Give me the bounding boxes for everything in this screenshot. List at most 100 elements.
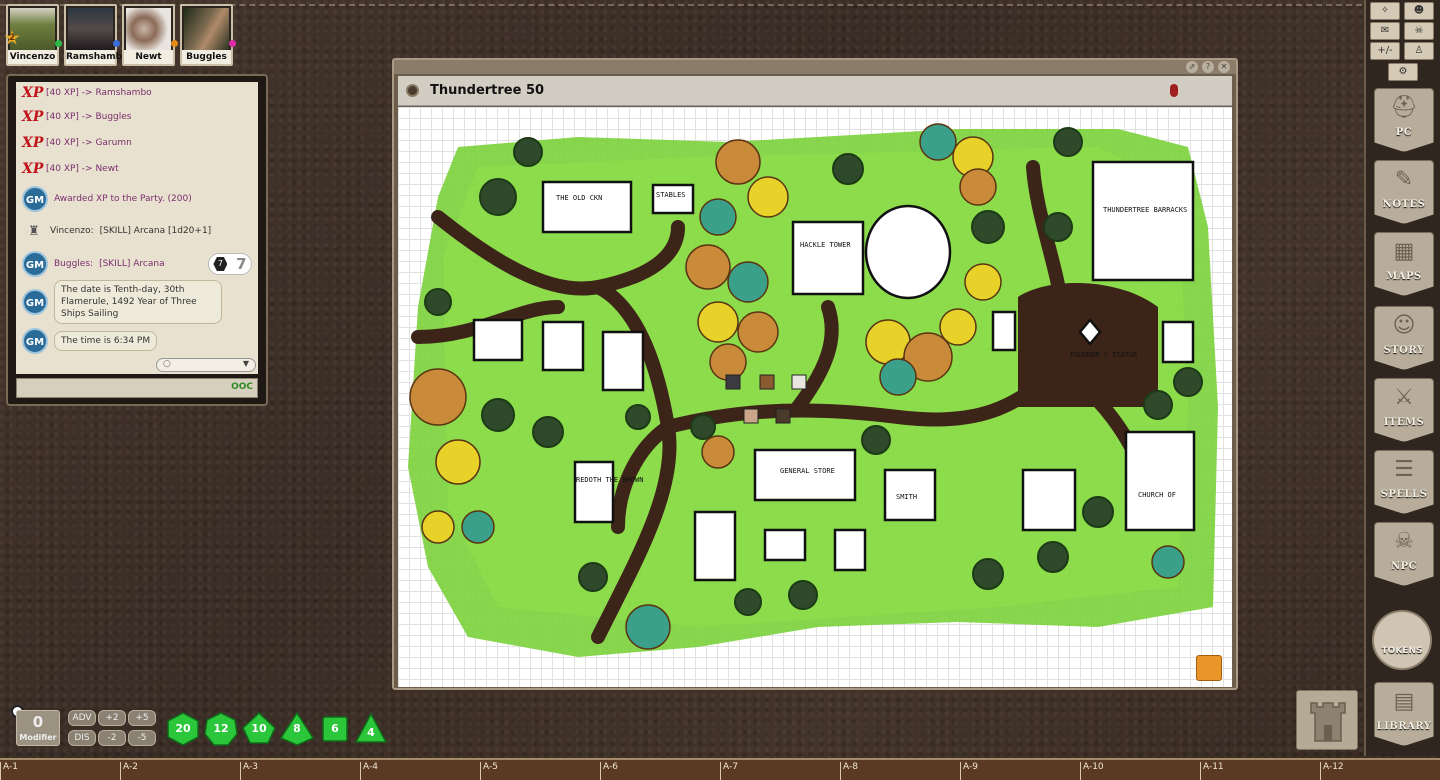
map-label-church: CHURCH OF — [1138, 491, 1176, 499]
chat-text: [40 XP] -> Ramshambo — [46, 88, 152, 98]
map-icon: ▦ — [1393, 239, 1415, 264]
portrait-name: Buggles — [182, 50, 231, 64]
minus5-button[interactable]: -5 — [128, 730, 156, 746]
chat-entry: XP [40 XP] -> Newt — [16, 156, 258, 182]
chat-speaker: Vincenzo: — [50, 226, 94, 236]
ooc-toggle[interactable]: OOC — [231, 382, 253, 392]
map-title: Thundertree 50 — [430, 83, 545, 98]
ruler-label: A-2 — [120, 762, 138, 780]
person-icon[interactable]: ♙ — [1404, 42, 1434, 60]
die-label: 20 — [175, 722, 191, 735]
die-label: 12 — [213, 722, 229, 735]
chat-text: Awarded XP to the Party. (200) — [54, 194, 192, 204]
modifier-value: 0 — [32, 713, 44, 731]
tokens-button[interactable]: TOKENS — [1372, 610, 1432, 670]
sidebar-tab-npc[interactable]: ☠ NPC — [1374, 522, 1434, 586]
map-label-brown: REDOTH THE BROWN — [576, 476, 643, 484]
portrait-name: Ramshambo — [66, 50, 129, 64]
skull-icon: ☠ — [1394, 529, 1414, 554]
ruler-label: A-10 — [1080, 762, 1104, 780]
die-result[interactable]: 7 7 — [208, 253, 252, 275]
map-title-bar[interactable]: Thundertree 50 — [398, 76, 1232, 106]
chat-bubble: The time is 6:34 PM — [54, 331, 158, 351]
sidebar-tab-story[interactable]: ☺ STORY — [1374, 306, 1434, 370]
die-label: 4 — [367, 726, 375, 739]
map-label-tower: HACKLE TOWER — [800, 241, 851, 249]
character-avatar — [126, 8, 171, 50]
party-icon[interactable]: ☻ — [1404, 2, 1434, 20]
quill-icon: ✎ — [1394, 167, 1414, 192]
portrait-ramshambo[interactable]: Ramshambo — [64, 4, 129, 66]
plus2-button[interactable]: +2 — [98, 710, 126, 726]
sidebar-tab-spells[interactable]: ☰ SPELLS — [1374, 450, 1434, 514]
ruler-label: A-8 — [840, 762, 858, 780]
map-label-statue: FOUNDER'S STATUE — [1070, 351, 1137, 359]
plus5-button[interactable]: +5 — [128, 710, 156, 726]
map-label-stables: STABLES — [656, 191, 686, 199]
sidebar-tab-notes[interactable]: ✎ NOTES — [1374, 160, 1434, 224]
modifier-box[interactable]: 0 Modifier — [16, 710, 60, 746]
roll-total: 7 — [236, 255, 247, 273]
xp-icon: XP — [22, 135, 44, 151]
chat-entry: XP [40 XP] -> Ramshambo — [16, 82, 258, 104]
party-portraits: 2 Vincenzo Ramshambo Newt Buggles — [4, 4, 236, 66]
help-icon[interactable]: ? — [1202, 61, 1214, 73]
link-icon[interactable] — [406, 84, 419, 97]
scroll-icon[interactable]: ✉ — [1370, 22, 1400, 40]
monster-icon[interactable]: ☠ — [1404, 22, 1434, 40]
tower-icon: ♜ — [28, 223, 40, 239]
share-icon[interactable]: ⇗ — [1186, 61, 1198, 73]
gm-icon: GM — [22, 328, 48, 354]
dice-tower-button[interactable] — [1296, 690, 1358, 750]
speech-bubble-icon: ○ — [163, 359, 171, 369]
sidebar-tab-pc[interactable]: ⛑ PC — [1374, 88, 1434, 152]
ruler-label: A-7 — [720, 762, 738, 780]
gm-icon: GM — [22, 289, 48, 315]
portrait-newt[interactable]: Newt — [122, 4, 178, 66]
tower-icon — [1310, 702, 1346, 742]
map-image[interactable]: THE OLD CKN STABLES HACKLE TOWER THUNDER… — [398, 107, 1232, 687]
d6-die[interactable]: 6 — [318, 712, 352, 746]
map-options-button[interactable] — [1196, 655, 1222, 681]
chat-mode-select[interactable]: ○ ▼ — [156, 358, 256, 372]
modifier-label: Modifier — [19, 733, 57, 742]
portrait-name: Newt — [124, 50, 173, 64]
chat-entry: ♜ Vincenzo: [SKILL] Arcana [1d20+1] — [16, 216, 258, 246]
portrait-buggles[interactable]: Buggles — [180, 4, 236, 66]
chat-text: [SKILL] Arcana — [99, 259, 165, 269]
wand-icon[interactable]: ✧ — [1370, 2, 1400, 20]
d12-die[interactable]: 12 — [204, 712, 238, 746]
dis-button[interactable]: DIS — [68, 730, 96, 746]
lock-icon[interactable] — [1170, 84, 1178, 97]
gear-icon[interactable]: ⚙ — [1388, 63, 1418, 81]
minus2-button[interactable]: -2 — [98, 730, 126, 746]
sidebar-tab-maps[interactable]: ▦ MAPS — [1374, 232, 1434, 296]
d10-die[interactable]: 10 — [242, 711, 276, 746]
close-icon[interactable]: ✕ — [1218, 61, 1230, 73]
map-grid-ruler: A-1 A-2 A-3 A-4 A-5 A-6 A-7 A-8 A-9 A-10… — [0, 758, 1440, 780]
chat-entry: XP [40 XP] -> Garumn — [16, 130, 258, 156]
chat-entry: XP [40 XP] -> Buggles — [16, 104, 258, 130]
sidebar-tab-label: STORY — [1383, 345, 1425, 356]
map-label-store: GENERAL STORE — [780, 467, 835, 475]
ruler-label: A-5 — [480, 762, 498, 780]
map-window[interactable]: ⇗ ? ✕ Thundertree 50 THE OLD CKN STABLES… — [392, 58, 1238, 690]
modifier-tool[interactable]: +/- — [1370, 42, 1400, 60]
chat-text: [40 XP] -> Garumn — [46, 138, 132, 148]
chat-input[interactable]: OOC — [16, 378, 258, 398]
chat-text: [40 XP] -> Buggles — [46, 112, 132, 122]
sidebar-tab-label: ITEMS — [1383, 417, 1425, 428]
d8-die[interactable]: 8 — [279, 711, 315, 746]
portrait-vincenzo[interactable]: 2 Vincenzo — [4, 4, 62, 66]
chat-entry: GM The time is 6:34 PM — [16, 322, 258, 360]
sidebar-tab-items[interactable]: ⚔ ITEMS — [1374, 378, 1434, 442]
chat-log[interactable]: XP [40 XP] -> Ramshambo XP [40 XP] -> Bu… — [16, 82, 258, 374]
book-icon: ☰ — [1394, 457, 1414, 482]
chat-entry: GM The date is Tenth-day, 30th Flamerule… — [16, 280, 258, 324]
d4-die[interactable]: 4 — [354, 712, 388, 746]
sidebar-tab-library[interactable]: ▤ LIBRARY — [1374, 682, 1434, 746]
chat-entry: GM Buggles: [SKILL] Arcana 7 7 — [16, 246, 258, 282]
d20-die[interactable]: 20 — [166, 712, 200, 746]
gm-icon: GM — [22, 251, 48, 277]
adv-button[interactable]: ADV — [68, 710, 96, 726]
